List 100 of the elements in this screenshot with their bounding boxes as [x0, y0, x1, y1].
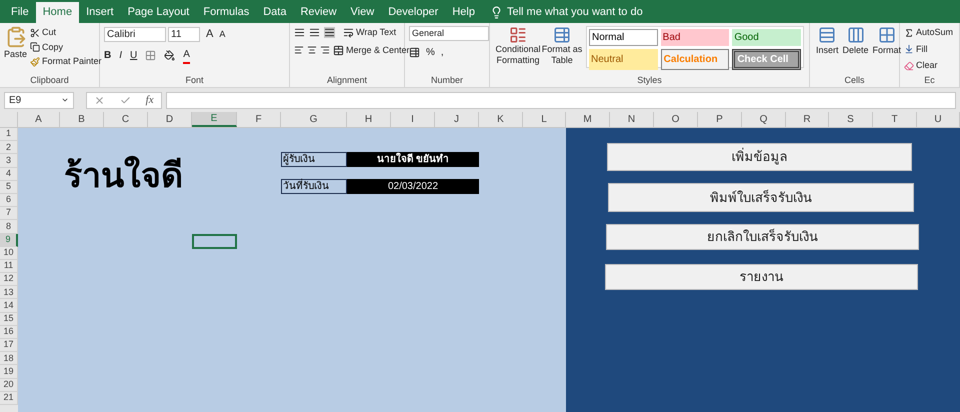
conditional-formatting-button[interactable]: Conditional Formatting: [494, 26, 542, 74]
border-icon[interactable]: [145, 50, 156, 60]
function-icon[interactable]: fx: [146, 92, 154, 108]
merge-center-button[interactable]: Merge & Center: [333, 44, 410, 57]
column-header[interactable]: E: [192, 112, 237, 127]
align-center-icon[interactable]: [307, 45, 317, 56]
column-header[interactable]: I: [391, 112, 435, 127]
wrap-text-icon: [343, 27, 354, 38]
paintbrush-icon: [30, 56, 40, 67]
column-header[interactable]: Q: [742, 112, 786, 127]
comma-button[interactable]: ,: [440, 45, 444, 60]
shrink-font-button[interactable]: A: [219, 28, 226, 41]
field-label: วันที่รับเงิน: [281, 179, 347, 194]
scissors-icon: [30, 28, 40, 38]
down-arrow-icon: [904, 44, 914, 54]
cut-button[interactable]: Cut: [30, 26, 102, 40]
column-header[interactable]: F: [237, 112, 281, 127]
column-header[interactable]: P: [698, 112, 742, 127]
bottom-align-icon[interactable]: [324, 27, 335, 38]
merge-icon: [333, 44, 344, 56]
column-header[interactable]: L: [523, 112, 566, 127]
macro-button[interactable]: ยกเลิกใบเสร็จรับเงิน: [606, 224, 919, 250]
ribbon-tab[interactable]: Developer: [381, 2, 446, 23]
cell-style[interactable]: Bad: [660, 29, 730, 46]
rows-icon: [818, 26, 836, 44]
row-header[interactable]: 9: [0, 234, 18, 247]
column-header[interactable]: B: [60, 112, 104, 127]
bold-button[interactable]: B: [104, 48, 112, 62]
top-align-icon[interactable]: [294, 27, 305, 38]
field-label: ผู้รับเงิน: [281, 152, 347, 167]
insert-button[interactable]: Insert: [814, 26, 841, 74]
number-format-dropdown[interactable]: General: [409, 26, 489, 41]
grow-font-button[interactable]: A: [206, 26, 214, 42]
format-painter-button[interactable]: Format Painter: [30, 55, 102, 68]
copy-button[interactable]: Copy: [30, 40, 102, 54]
cell-style[interactable]: Good: [732, 29, 801, 46]
middle-align-icon[interactable]: [309, 27, 320, 38]
lightbulb-icon: [490, 6, 503, 19]
autosum-button[interactable]: AutoSum: [904, 26, 954, 40]
formula-input[interactable]: [166, 92, 956, 108]
macro-button[interactable]: พิมพ์ใบเสร็จรับเงิน: [608, 183, 914, 212]
conditional-formatting-icon: [509, 26, 527, 44]
column-header[interactable]: S: [829, 112, 873, 127]
font-color-button[interactable]: A: [183, 46, 190, 64]
column-header[interactable]: M: [566, 112, 610, 127]
ribbon-tab[interactable]: Review: [293, 2, 344, 23]
column-header[interactable]: N: [610, 112, 654, 127]
wrap-text-button[interactable]: Wrap Text: [343, 26, 396, 40]
column-header[interactable]: K: [479, 112, 523, 127]
cancel-icon[interactable]: [94, 94, 106, 106]
underline-button[interactable]: U: [130, 48, 138, 62]
ribbon-tab[interactable]: Data: [256, 2, 294, 23]
column-header[interactable]: O: [654, 112, 698, 127]
cell-style[interactable]: Normal: [589, 29, 658, 46]
format-button[interactable]: Format: [870, 26, 904, 74]
fill-button[interactable]: Fill: [904, 42, 954, 56]
column-header[interactable]: G: [281, 112, 347, 127]
font-name-dropdown[interactable]: Calibri: [104, 26, 166, 42]
ribbon-tab[interactable]: Page Layout: [120, 2, 196, 23]
macro-button[interactable]: รายงาน: [605, 264, 918, 290]
enter-icon[interactable]: [120, 94, 131, 106]
italic-button[interactable]: I: [119, 48, 122, 62]
group-label: Ec: [923, 74, 936, 87]
align-right-icon[interactable]: [320, 45, 330, 56]
macro-button[interactable]: เพิ่มข้อมูล: [607, 143, 912, 171]
ribbon-tab[interactable]: View: [344, 2, 382, 23]
fill-color-icon[interactable]: [164, 50, 176, 60]
copy-icon: [30, 42, 40, 52]
ribbon-tab[interactable]: Help: [445, 2, 482, 23]
ribbon-tab[interactable]: File: [4, 2, 36, 23]
font-size-dropdown[interactable]: 11: [168, 26, 200, 42]
column-header[interactable]: T: [873, 112, 917, 127]
percent-button[interactable]: %: [426, 45, 435, 60]
group-label: Alignment: [326, 74, 368, 87]
field-value: นายใจดี ขยันทำ: [347, 152, 479, 167]
table-icon: [553, 26, 571, 44]
columns-icon: [846, 26, 865, 44]
clear-button[interactable]: Clear: [904, 59, 954, 72]
sigma-icon: [904, 28, 914, 38]
tell-me-search[interactable]: Tell me what you want to do: [506, 2, 643, 23]
column-header[interactable]: C: [104, 112, 148, 127]
group-label: Cells: [843, 74, 866, 87]
ribbon-tab[interactable]: Insert: [79, 2, 121, 23]
ribbon-tab[interactable]: Home: [36, 2, 80, 23]
group-label: Number: [430, 74, 464, 87]
name-box[interactable]: E9: [4, 92, 74, 108]
column-header[interactable]: U: [917, 112, 960, 127]
selected-cell[interactable]: [192, 234, 237, 249]
group-label: Font: [184, 74, 204, 87]
format-as-table-button[interactable]: Format as Table: [542, 26, 582, 74]
column-header[interactable]: R: [786, 112, 829, 127]
delete-button[interactable]: Delete: [840, 26, 871, 74]
cell-style[interactable]: Neutral: [589, 49, 658, 70]
column-header[interactable]: A: [18, 112, 60, 127]
column-header[interactable]: H: [347, 112, 391, 127]
align-left-icon[interactable]: [294, 45, 304, 56]
paste-button[interactable]: Paste: [4, 26, 28, 74]
dropdown-icon: [61, 96, 69, 104]
column-header[interactable]: J: [435, 112, 479, 127]
ribbon-tab[interactable]: Formulas: [196, 2, 256, 23]
